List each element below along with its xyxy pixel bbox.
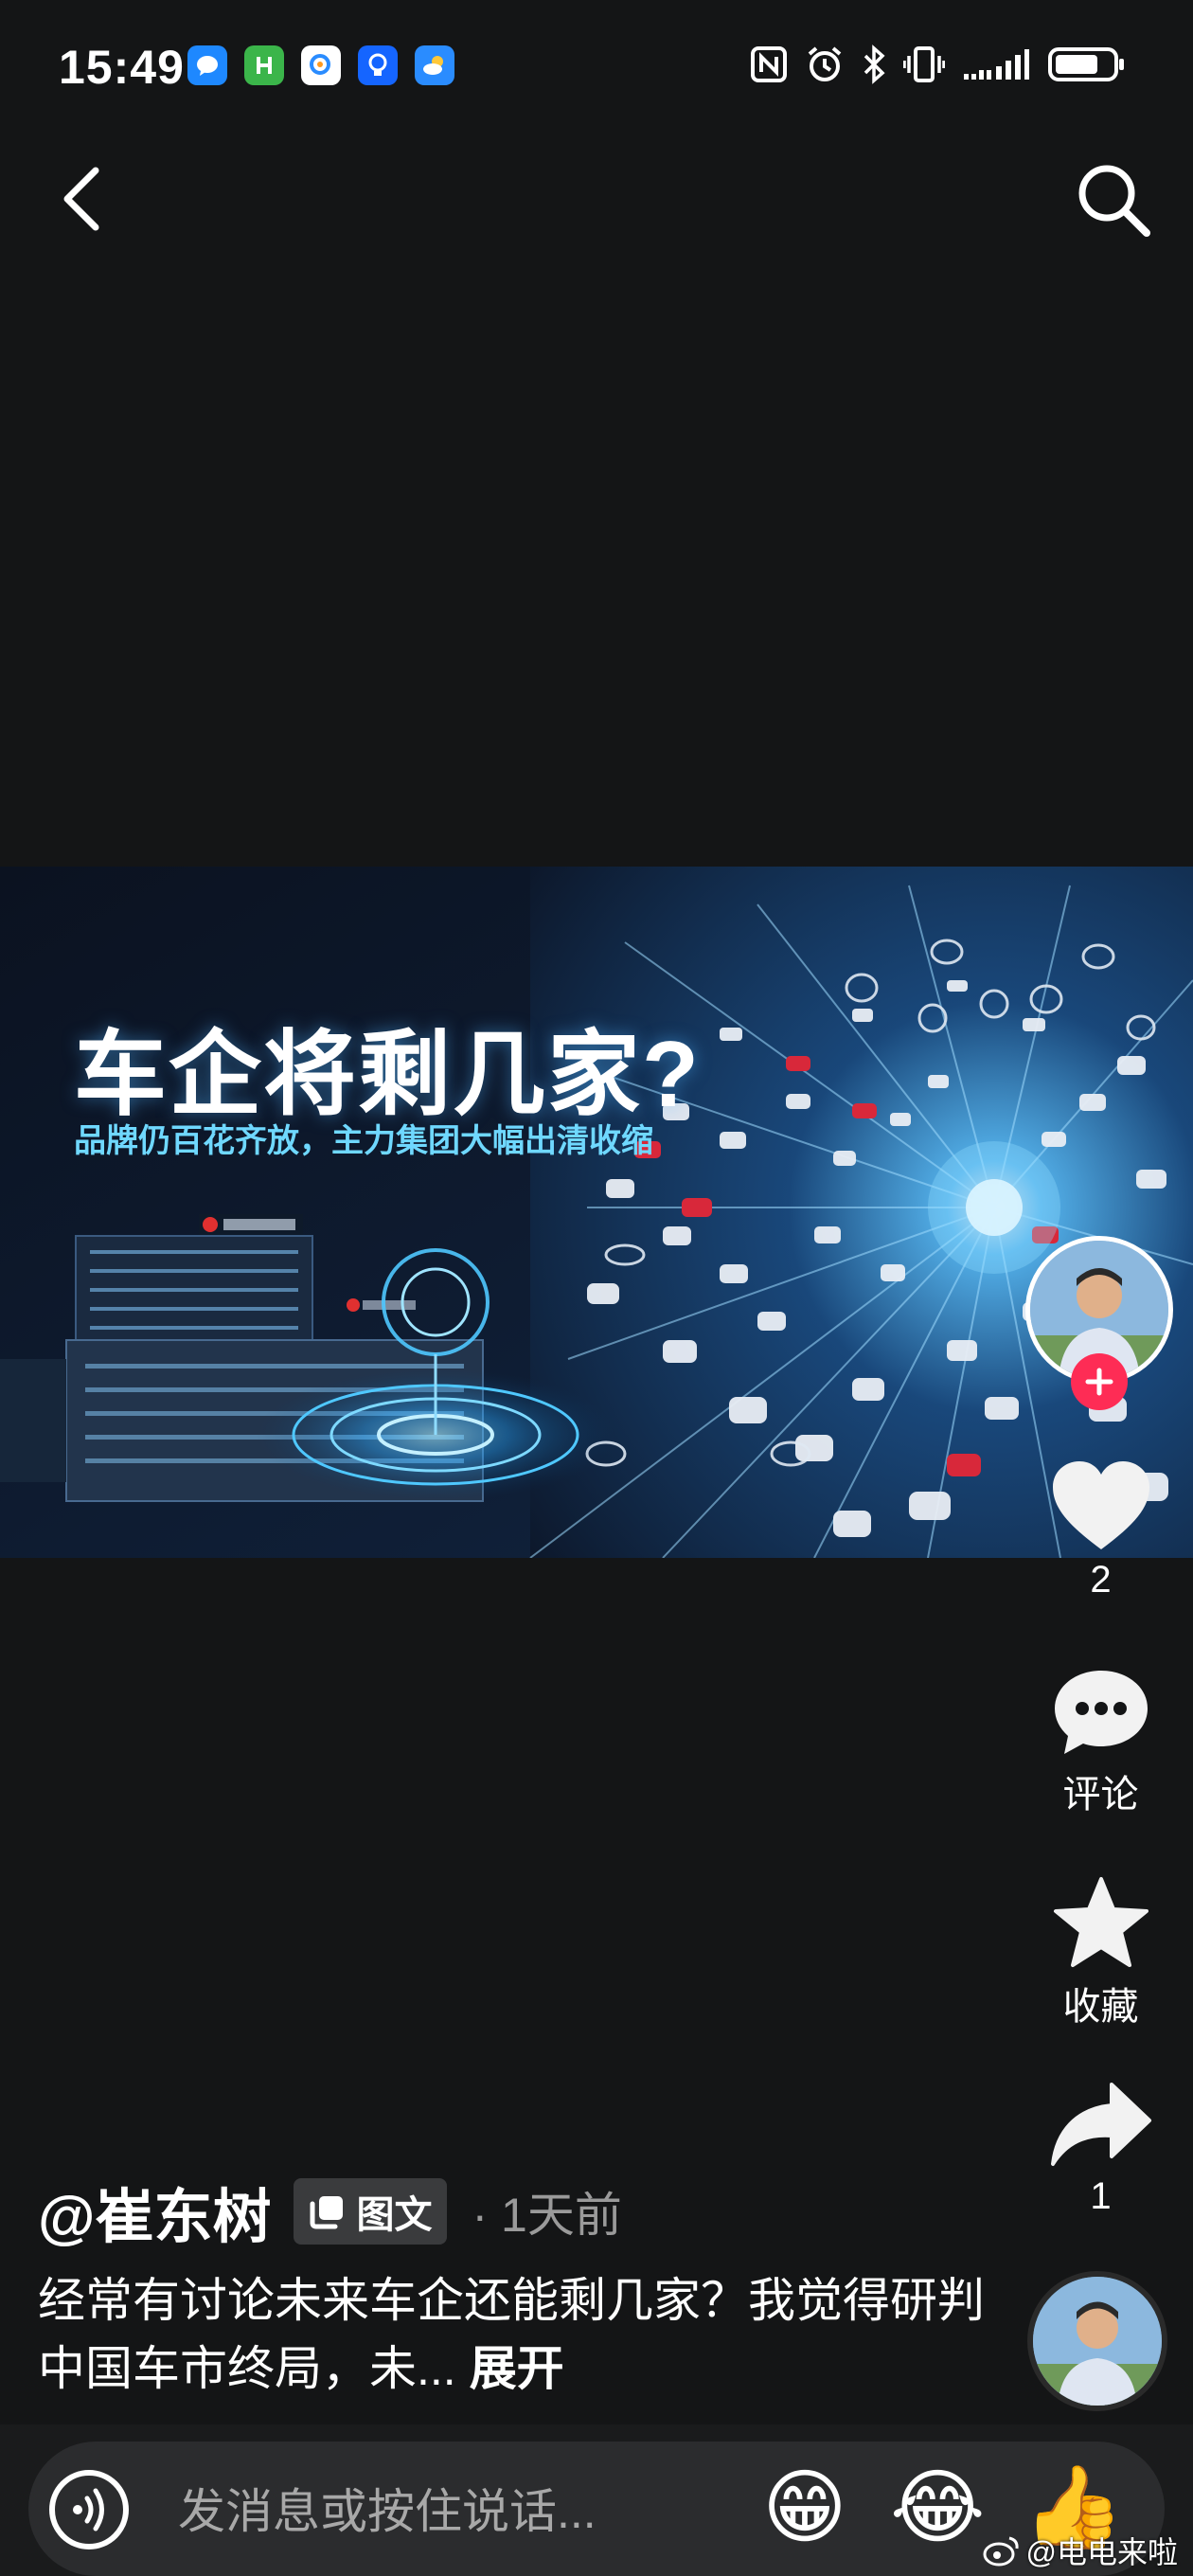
- green-app-icon: [244, 45, 284, 85]
- tears-of-joy-emoji-button[interactable]: 😂: [890, 2460, 986, 2555]
- follow-button[interactable]: [1071, 1353, 1128, 1410]
- star-icon: [1053, 1877, 1148, 1967]
- music-avatar[interactable]: [1027, 2271, 1167, 2411]
- post-image-graphic: [0, 867, 1193, 1558]
- plus-icon: [1085, 1368, 1113, 1396]
- favorite-button[interactable]: 收藏: [1032, 1875, 1169, 2030]
- like-count: 2: [1090, 1559, 1112, 1601]
- watermark-text: @电电来啦: [1025, 2535, 1179, 2569]
- status-time: 15:49: [59, 41, 185, 94]
- author-name[interactable]: @崔东树: [38, 2169, 271, 2254]
- signal-icon: [962, 44, 1030, 85]
- back-arrow-icon: [63, 167, 99, 231]
- message-input[interactable]: 发消息或按住说话...: [178, 2474, 596, 2542]
- comment-icon: [1054, 1671, 1148, 1754]
- image-subtitle: 品牌仍百花齐放，主力集团大幅出清收缩: [74, 1123, 653, 1159]
- share-count: 1: [1090, 2175, 1112, 2217]
- share-button[interactable]: 1: [1032, 2079, 1169, 2218]
- weibo-logo-icon: [983, 2536, 1019, 2567]
- post-type-label: 图文: [356, 2194, 433, 2236]
- comment-label: 评论: [1062, 1774, 1139, 1816]
- lightbulb-app-icon: [358, 45, 398, 85]
- voice-button[interactable]: [49, 2470, 129, 2549]
- caption-header: @崔东树 图文 · 1天前: [38, 2174, 985, 2250]
- back-button[interactable]: [47, 161, 114, 237]
- image-text-icon: [310, 2196, 344, 2229]
- expand-link[interactable]: 展开: [470, 2342, 564, 2395]
- search-button[interactable]: [1070, 161, 1155, 237]
- post-image[interactable]: 车企将剩几家? 品牌仍百花齐放，主力集团大幅出清收缩: [0, 867, 1193, 1558]
- share-arrow-icon: [1050, 2083, 1151, 2166]
- nfc-icon: [750, 44, 788, 85]
- alarm-icon: [805, 44, 845, 85]
- search-app-icon: [301, 45, 341, 85]
- search-icon: [1078, 165, 1150, 237]
- post-type-badge: 图文: [294, 2178, 448, 2245]
- caption-text: 经常有讨论未来车企还能剩几家？我觉得研判中国车市终局，未... 展开: [38, 2266, 985, 2403]
- system-icons: [750, 44, 1127, 85]
- watermark: @电电来啦: [983, 2529, 1179, 2572]
- post-caption: @崔东树 图文 · 1天前 经常有讨论未来车企还能剩几家？我觉得研判中国车市终局…: [38, 2174, 985, 2403]
- image-title: 车企将剩几家?: [74, 1022, 701, 1126]
- weather-app-icon: [415, 45, 454, 85]
- voice-icon: [73, 2488, 104, 2531]
- grin-emoji-button[interactable]: 😁: [757, 2460, 852, 2555]
- comment-button[interactable]: 评论: [1032, 1667, 1169, 1818]
- vibrate-icon: [903, 44, 945, 85]
- like-button[interactable]: 2: [1032, 1458, 1169, 1601]
- message-app-icon: [187, 45, 227, 85]
- status-bar: 15:49: [0, 0, 1193, 133]
- bluetooth-icon: [862, 44, 886, 85]
- post-time: · 1天前: [472, 2189, 622, 2242]
- music-avatar-photo-icon: [1033, 2277, 1162, 2406]
- heart-icon: [1052, 1461, 1149, 1549]
- author-avatar-group: [1025, 1236, 1173, 1410]
- favorite-label: 收藏: [1062, 1986, 1139, 2028]
- battery-icon: [1047, 44, 1127, 85]
- notification-icons: [187, 45, 454, 85]
